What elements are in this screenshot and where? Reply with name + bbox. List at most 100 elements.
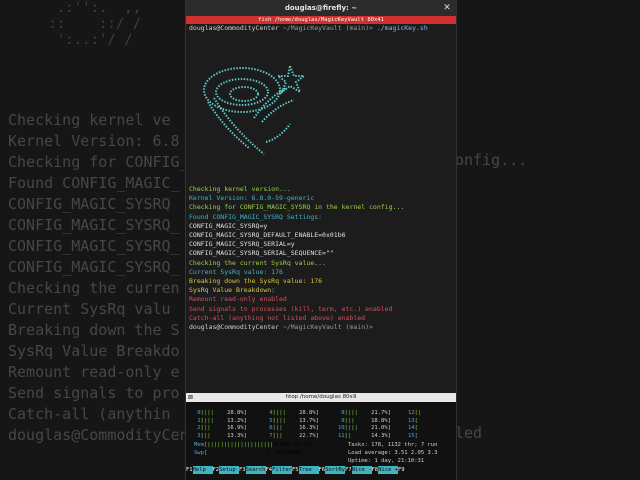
fkey-label[interactable]: Search [245, 466, 266, 474]
background-line-right [455, 402, 527, 423]
background-line: Checking kernel ve [8, 111, 171, 129]
fkey-label[interactable]: Nice - [351, 466, 372, 474]
close-icon[interactable]: ✕ [442, 3, 452, 13]
cpu-id: 6 [266, 425, 273, 431]
cpu-bar: [|| [272, 425, 300, 431]
background-line: Found CONFIG_MAGIC_ [8, 174, 180, 192]
fkey-f9[interactable]: F9 [398, 466, 405, 474]
fkey-label[interactable]: SortBy [325, 466, 345, 474]
cpu-meter: 3[|| 13.3%] [194, 433, 247, 441]
background-line: Breaking down the S [8, 321, 180, 339]
cpu-bar: [| [414, 410, 442, 416]
fkey-f4[interactable]: F4 [265, 466, 273, 474]
background-line: douglas@CommodityCen [8, 426, 189, 444]
cpu-percent: 14.3%] [371, 432, 391, 439]
background-line-right [455, 192, 527, 213]
htop-function-key-bar: F1 Help F2 Setup F3 Search F4 Filter F5 Tree F6… [186, 466, 456, 474]
htop-title: htop /home/douglas 80x9 [285, 394, 357, 400]
fkey-label[interactable]: Filter [272, 466, 292, 474]
background-line-right [455, 171, 527, 192]
cpu-meter: 1[||| 13.2%] [194, 418, 247, 426]
terminal-tab[interactable]: fish /home/douglas/MagicKeyVault 80x41 [186, 16, 456, 24]
terminal-output[interactable]: Checking kernel version... Kernel Version… [189, 185, 453, 332]
background-line: CONFIG_MAGIC_SYSRQ_ [8, 216, 180, 234]
cpu-meter: 10[||| 21.0%] [338, 425, 391, 433]
output-line: Checking the current SysRq value... [189, 258, 326, 267]
window-titlebar[interactable]: douglas@firefly: ~ ✕ [186, 0, 456, 16]
cpu-percent: 28.8%] [299, 410, 319, 416]
cpu-bar: [|| [272, 432, 300, 439]
cpu-id: 8 [338, 410, 345, 416]
output-line: Catch-all (anything not listed above) en… [189, 313, 366, 322]
cpu-meter: 6[|| 16.3%] [266, 425, 319, 433]
fkey-label[interactable]: Tree [298, 466, 319, 474]
cpu-percent: 16.9%] [227, 425, 247, 431]
cpu-meter: 13[ [408, 418, 441, 426]
output-line: Checking for CONFIG_MAGIC_SYSRQ in the k… [189, 203, 405, 212]
background-line-right [455, 276, 527, 297]
fkey-f3[interactable]: F3 [239, 466, 246, 474]
background-line: Catch-all (anythin [8, 405, 171, 423]
fkey-f2[interactable]: F2 [212, 466, 220, 474]
output-line: Checking kernel version... [189, 185, 291, 193]
background-line-right: led [455, 424, 483, 442]
background-line-right [455, 213, 527, 234]
cpu-id: 10 [338, 425, 345, 431]
fkey-label[interactable]: Nice + [378, 466, 398, 474]
fkey-f7[interactable]: F7 [345, 466, 352, 474]
cpu-meter: 8[||| 21.7%] [338, 410, 391, 418]
prompt-user: douglas@CommodityCenter [189, 24, 280, 32]
cpu-percent: 18.8%] [371, 417, 391, 424]
cpu-meter: 15[ [408, 433, 441, 441]
fkey-label[interactable]: Help [192, 466, 213, 474]
background-line: Checking the curren [8, 279, 180, 297]
cpu-bar: [||| [200, 417, 228, 424]
pane-close-icon[interactable]: ⊠ [188, 393, 193, 402]
cpu-bar: [||| [272, 417, 300, 424]
fkey-f6[interactable]: F6 [318, 466, 326, 474]
cpu-percent: 21.7%] [371, 410, 391, 416]
cpu-id: 3 [194, 432, 201, 439]
output-line: CONFIG_MAGIC_SYSRQ_DEFAULT_ENABLE=0x01b6 [189, 231, 346, 240]
window-title: douglas@firefly: ~ [284, 4, 358, 12]
terminal-output-top[interactable]: douglas@CommodityCenter ~/MagicKeyVault … [189, 24, 453, 33]
background-line: Send signals to pro [8, 384, 180, 402]
background-ascii-art: .:'':. ,, :: ::/ / ':..:'/ / [48, 0, 142, 48]
cpu-meter: 2[|| 16.9%] [194, 425, 247, 433]
background-line: CONFIG_MAGIC_SYSRQ [8, 195, 171, 213]
fkey-f5[interactable]: F5 [292, 466, 299, 474]
fkey-label[interactable]: Setup [219, 466, 239, 474]
cpu-bar: [|| [344, 417, 372, 424]
terminal-window[interactable]: douglas@firefly: ~ ✕ fish /home/douglas/… [185, 0, 457, 480]
cpu-meter: 14[ [408, 425, 441, 433]
background-line-right: onfig... [455, 151, 528, 169]
cpu-id: 11 [338, 432, 345, 439]
cpu-id: 2 [194, 425, 201, 431]
swap-meter: Swp[1.25M/980M] [194, 450, 304, 456]
htop-pane-titlebar[interactable]: ⊠ htop /home/douglas 80x9 [186, 393, 456, 402]
cpu-bar: [ [414, 432, 442, 439]
background-line: Remount read-only e [8, 363, 180, 381]
cpu-bar: [| [344, 432, 372, 439]
cpu-id: 0 [194, 410, 201, 416]
fkey-f1[interactable]: F1 [186, 466, 193, 474]
cpu-bar: [||| [272, 410, 300, 416]
background-line-right [455, 339, 527, 360]
background-line: CONFIG_MAGIC_SYSRQ_ [8, 237, 180, 255]
cpu-id: 9 [338, 417, 345, 424]
output-line: CONFIG_MAGIC_SYSRQ=y [189, 221, 268, 230]
background-line: Kernel Version: 6.8 [8, 132, 180, 150]
prompt-path: ~/MagicKeyVault (main)> [279, 24, 377, 32]
cpu-percent: 21.0%] [371, 425, 391, 431]
cpu-id: 7 [266, 432, 273, 439]
background-line: Checking for CONFIG_ [8, 153, 189, 171]
cpu-meter: 7[|| 22.7%] [266, 433, 319, 441]
final-prompt[interactable]: douglas@CommodityCenter ~/MagicKeyVault … [189, 323, 453, 332]
cpu-percent: 13.7%] [299, 417, 319, 424]
background-line: CONFIG_MAGIC_SYSRQ_ [8, 258, 180, 276]
cpu-meter: 12[| [408, 410, 441, 418]
cpu-bar: [||| [344, 410, 372, 416]
cpu-percent: 28.8%] [227, 410, 247, 416]
magic-key-ascii-logo [203, 62, 307, 155]
fkey-f8[interactable]: F8 [371, 466, 379, 474]
